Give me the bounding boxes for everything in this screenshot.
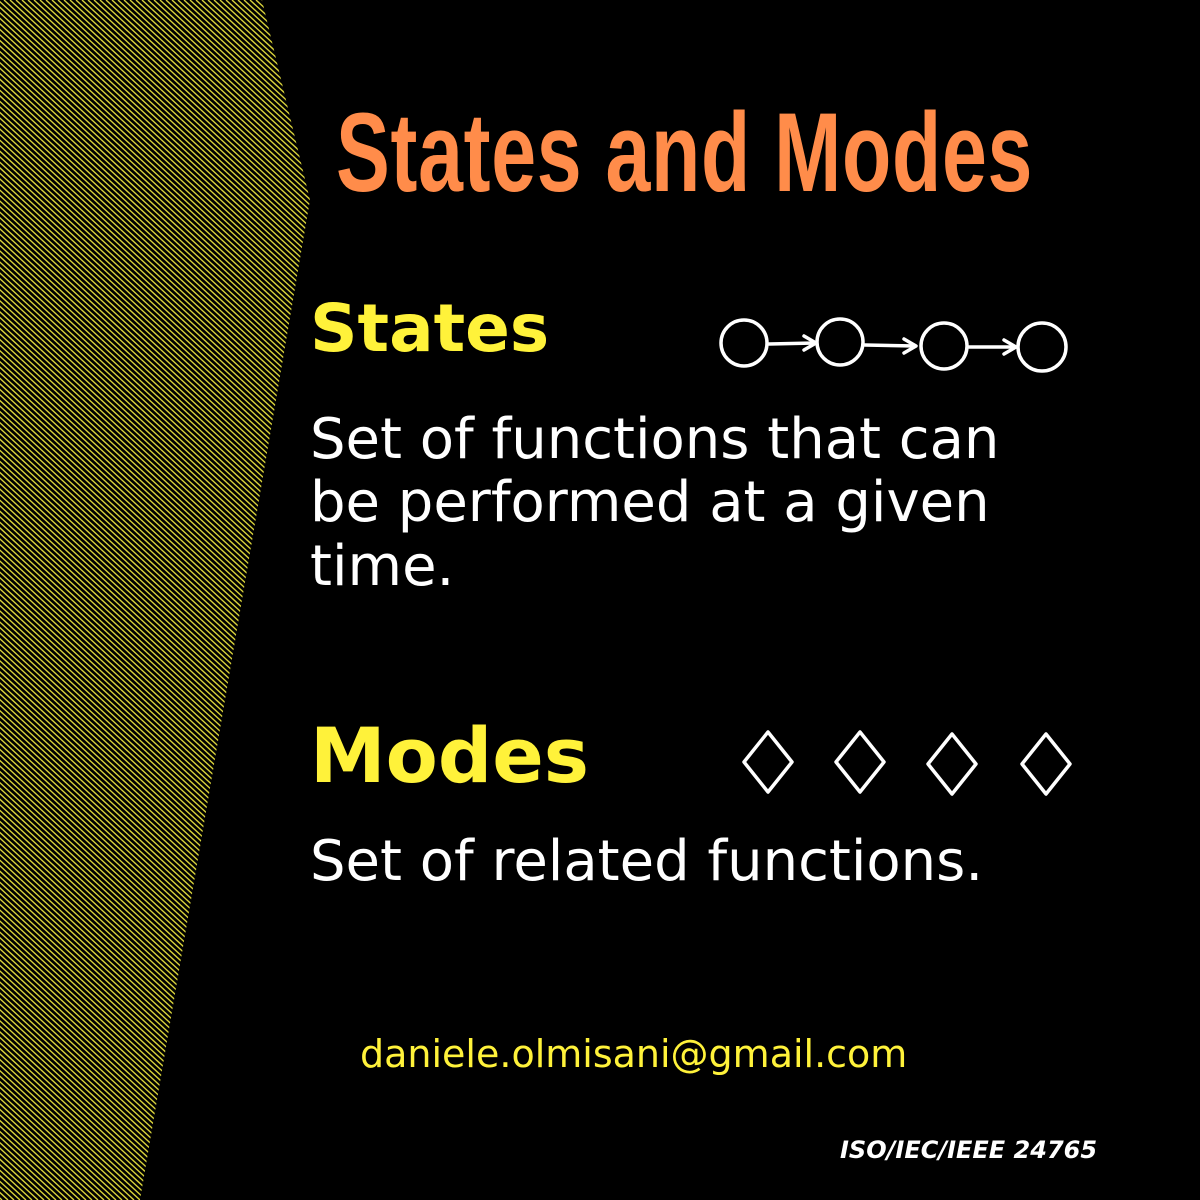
page-title: States and Modes: [336, 90, 1034, 215]
diamond-row-icon: [742, 730, 1072, 796]
standard-reference: ISO/IEC/IEEE 24765: [840, 1136, 1098, 1164]
states-description: Set of functions that can be performed a…: [310, 407, 1000, 599]
poster: States and Modes States Set of functions…: [0, 0, 1200, 1200]
contact-email: daniele.olmisani@gmail.com: [360, 1032, 908, 1076]
stripe-line: [0, 0, 310, 1200]
stripe-line: [0, 0, 310, 1200]
modes-heading: Modes: [310, 711, 590, 800]
state-chain-icon: [719, 317, 1068, 373]
states-heading: States: [310, 290, 550, 367]
modes-description: Set of related functions.: [310, 829, 984, 894]
